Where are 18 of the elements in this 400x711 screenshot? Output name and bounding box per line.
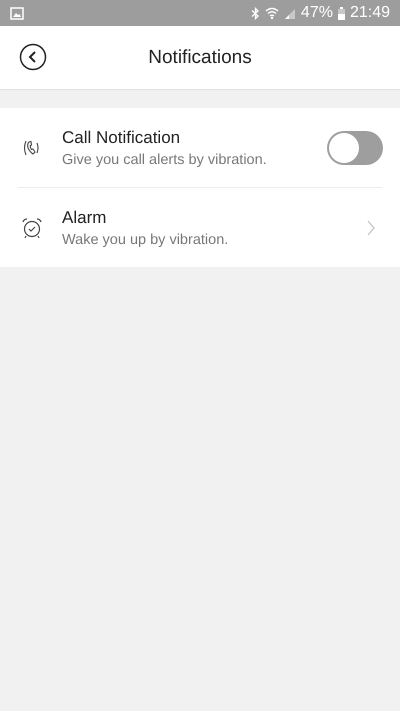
battery-icon [338,6,345,20]
page-title: Notifications [148,46,252,68]
signal-icon [284,6,296,20]
chevron-right-icon [367,220,375,236]
alarm-clock-icon [20,216,44,238]
image-icon [10,6,24,20]
setting-row[interactable]: Call Notification Give you call alerts by vibration. [0,108,400,187]
setting-title: Call Notification [62,128,182,148]
setting-title: Alarm [62,208,108,228]
toggle-switch[interactable] [327,130,383,164]
setting-description: Wake you up by vibration. [62,232,230,248]
battery-percent: 47% [300,4,333,22]
setting-row[interactable]: Alarm Wake you up by vibration. [0,188,400,267]
back-button[interactable] [19,43,47,71]
bluetooth-icon [250,6,260,20]
wifi-icon [264,6,279,20]
setting-description: Give you call alerts by vibration. [62,152,268,168]
clock-time: 21:49 [350,4,390,22]
